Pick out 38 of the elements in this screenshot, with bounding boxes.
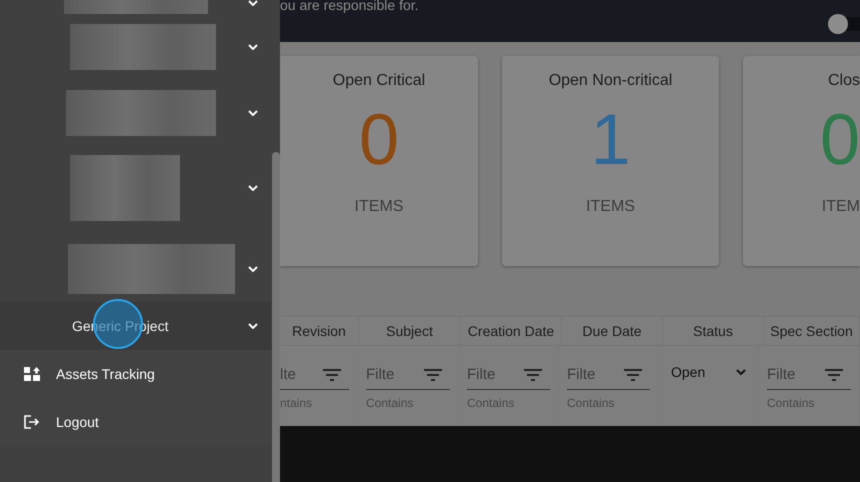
chevron-down-icon xyxy=(248,0,258,6)
toggle-switch[interactable] xyxy=(830,17,860,31)
chevron-down-icon xyxy=(248,110,258,116)
chevron-down-icon xyxy=(248,185,258,191)
column-header[interactable]: Creation Date xyxy=(461,317,562,345)
filter-field[interactable]: Filte xyxy=(366,360,450,390)
grid-upload-icon xyxy=(24,367,40,381)
filter-icon xyxy=(524,369,542,381)
card-unit: ITEM xyxy=(822,198,860,216)
card-unit: ITEMS xyxy=(354,198,404,216)
filter-field[interactable]: Filte xyxy=(767,360,851,390)
item-count: 0 xyxy=(820,100,860,180)
column-header[interactable]: Spec Section xyxy=(764,317,860,345)
chevron-down-icon xyxy=(248,266,258,272)
chevron-down-icon xyxy=(736,369,746,375)
scrollbar-thumb[interactable] xyxy=(272,152,280,482)
chevron-down-icon xyxy=(248,323,258,329)
filter-icon xyxy=(323,369,341,381)
column-header[interactable]: Status xyxy=(663,317,764,345)
column-header[interactable]: Due Date xyxy=(562,317,663,345)
filter-icon xyxy=(424,369,442,381)
item-count: 0 xyxy=(358,100,400,180)
filter-field[interactable]: lte xyxy=(280,360,349,390)
status-dropdown[interactable]: Open xyxy=(667,360,750,384)
logout-icon xyxy=(24,415,40,429)
filter-icon xyxy=(624,369,642,381)
filter-icon xyxy=(825,369,843,381)
card-title: Open Critical xyxy=(332,72,426,90)
card-title: Open Non-critical xyxy=(548,72,672,90)
chevron-down-icon xyxy=(248,44,258,50)
card-title: Clos xyxy=(828,72,860,90)
filter-field[interactable]: Filte xyxy=(567,360,650,390)
column-header[interactable]: Subject xyxy=(359,317,461,345)
filter-field[interactable]: Filte xyxy=(467,360,550,390)
card-unit: ITEMS xyxy=(586,198,635,216)
item-count: 1 xyxy=(590,100,631,180)
column-header[interactable]: Revision xyxy=(280,317,359,345)
header-text: ou are responsible for. xyxy=(280,0,419,13)
